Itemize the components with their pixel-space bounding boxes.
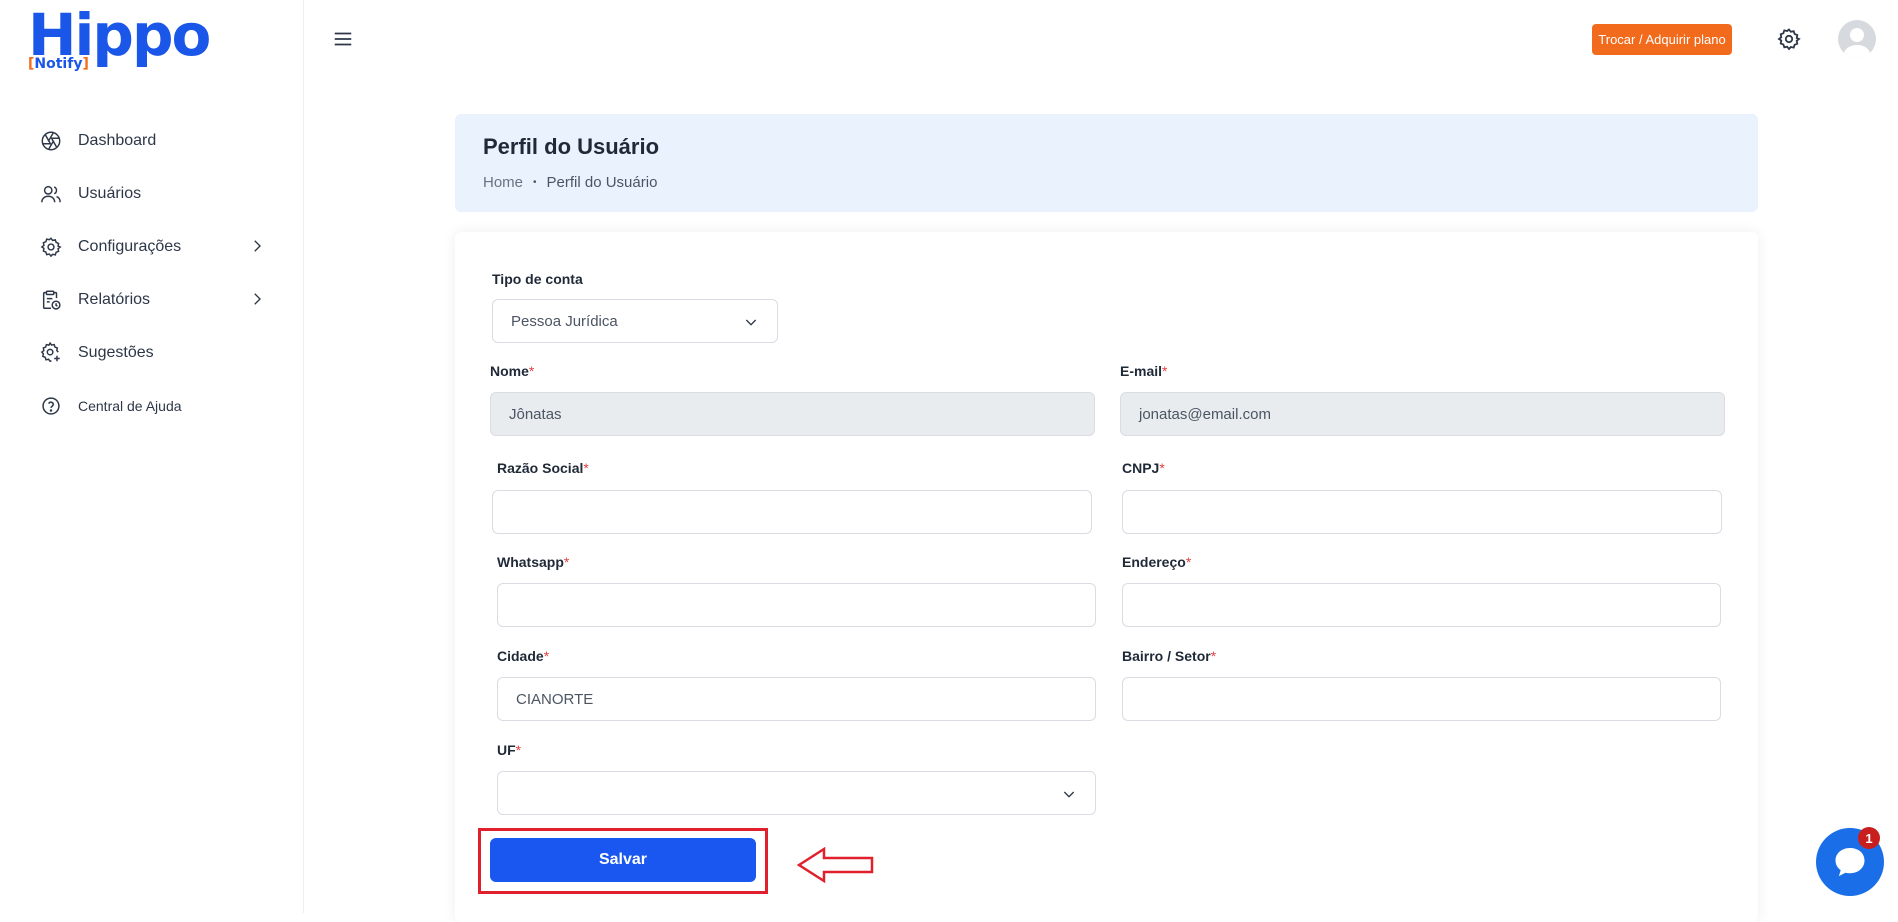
sidebar-item-label: Relatórios xyxy=(78,290,151,308)
uf-select[interactable] xyxy=(497,771,1096,815)
breadcrumb: Home • Perfil do Usuário xyxy=(483,174,657,191)
account-type-value: Pessoa Jurídica xyxy=(511,312,618,330)
cnpj-label: CNPJ* xyxy=(1122,460,1165,476)
sidebar-item-dashboard[interactable]: Dashboard xyxy=(36,114,276,167)
breadcrumb-home-link[interactable]: Home xyxy=(483,174,523,191)
nome-label: Nome* xyxy=(490,363,535,379)
sidebar-item-label: Dashboard xyxy=(78,131,157,149)
sidebar-item-label: Configurações xyxy=(78,237,182,255)
cnpj-field[interactable] xyxy=(1122,490,1722,534)
chevron-down-icon xyxy=(1063,791,1075,798)
breadcrumb-current: Perfil do Usuário xyxy=(546,174,658,191)
sidebar-item-usuarios[interactable]: Usuários xyxy=(36,167,276,220)
whatsapp-field[interactable] xyxy=(497,583,1096,627)
endereco-field[interactable] xyxy=(1122,583,1721,627)
clipboard-clock-icon xyxy=(36,285,66,315)
chevron-right-icon xyxy=(254,293,261,305)
brand-logo[interactable]: Hippo [Notify] xyxy=(28,6,211,76)
email-field[interactable]: jonatas@email.com xyxy=(1120,392,1725,436)
chat-notification-badge: 1 xyxy=(1858,827,1880,849)
brand-sub: [Notify] xyxy=(28,56,89,72)
sidebar-item-label: Central de Ajuda xyxy=(78,397,182,414)
whatsapp-label: Whatsapp* xyxy=(497,554,570,570)
users-icon xyxy=(36,179,66,209)
nome-field[interactable]: Jônatas xyxy=(490,392,1095,436)
page-header: Perfil do Usuário Home • Perfil do Usuár… xyxy=(455,114,1758,212)
sidebar-item-central-de-ajuda[interactable]: Central de Ajuda xyxy=(36,379,276,432)
chevron-right-icon xyxy=(254,240,261,252)
change-plan-button[interactable]: Trocar / Adquirir plano xyxy=(1592,24,1732,55)
save-button[interactable]: Salvar xyxy=(490,838,756,882)
settings-gear-icon[interactable] xyxy=(1777,27,1801,51)
left-arrow-annotation-icon xyxy=(796,846,874,884)
chevron-down-icon xyxy=(745,319,757,326)
bairro-label: Bairro / Setor* xyxy=(1122,648,1217,664)
razao-social-label: Razão Social* xyxy=(497,460,589,476)
sidebar: Hippo [Notify] Dashboard Usuários Config… xyxy=(0,0,304,913)
account-type-label: Tipo de conta xyxy=(492,271,583,287)
user-avatar-icon xyxy=(1844,28,1870,58)
help-circle-icon xyxy=(36,391,66,421)
razao-social-field[interactable] xyxy=(492,490,1092,534)
avatar[interactable] xyxy=(1838,20,1876,58)
sidebar-item-relatorios[interactable]: Relatórios xyxy=(36,273,276,326)
aperture-icon xyxy=(36,126,66,156)
uf-label: UF* xyxy=(497,742,522,758)
gear-icon xyxy=(36,232,66,262)
sidebar-nav: Dashboard Usuários Configurações Relatór… xyxy=(36,114,276,432)
sidebar-item-label: Usuários xyxy=(78,184,142,202)
cidade-label: Cidade* xyxy=(497,648,550,664)
endereco-label: Endereço* xyxy=(1122,554,1192,570)
gear-plus-icon xyxy=(36,338,66,368)
sidebar-item-label: Sugestões xyxy=(78,343,154,361)
account-type-select[interactable]: Pessoa Jurídica xyxy=(492,299,778,343)
menu-icon[interactable] xyxy=(332,28,354,50)
sidebar-item-configuracoes[interactable]: Configurações xyxy=(36,220,276,273)
sidebar-item-sugestoes[interactable]: Sugestões xyxy=(36,326,276,379)
breadcrumb-separator: • xyxy=(533,177,537,188)
bairro-field[interactable] xyxy=(1122,677,1721,721)
cidade-field[interactable]: CIANORTE xyxy=(497,677,1096,721)
email-label: E-mail* xyxy=(1120,363,1168,379)
page-title: Perfil do Usuário xyxy=(483,134,660,159)
